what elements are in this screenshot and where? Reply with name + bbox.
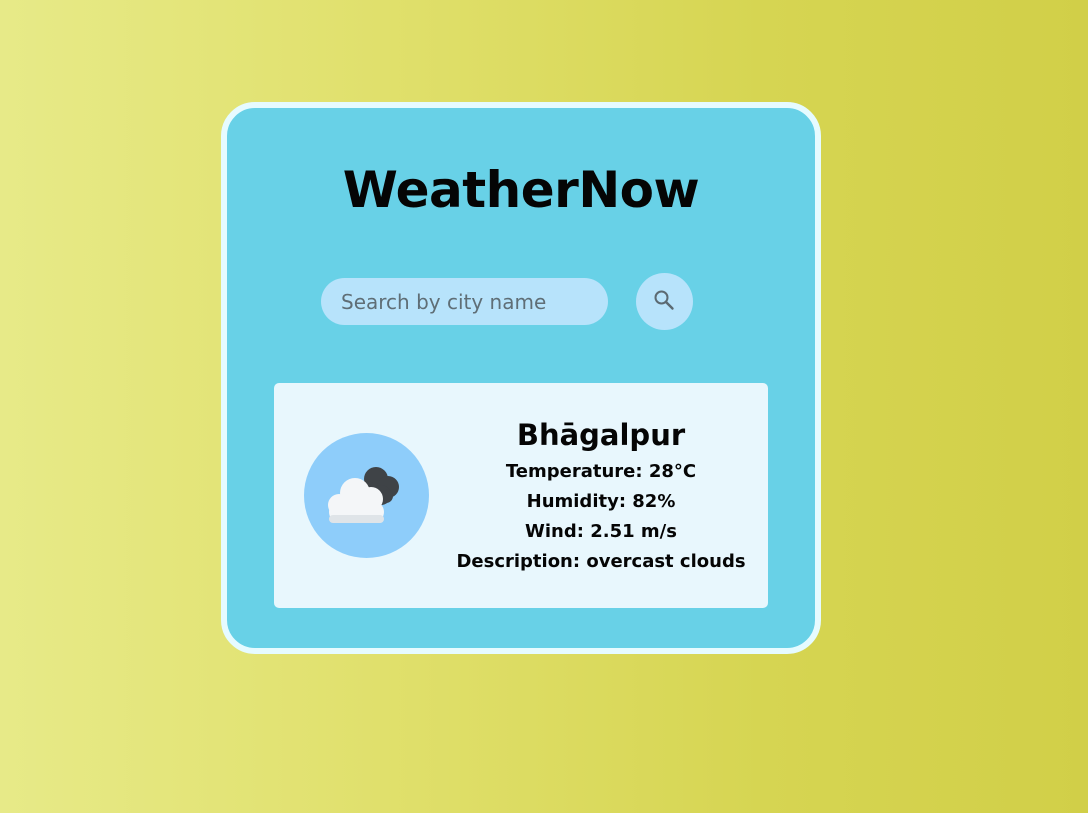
app-title: WeatherNow (342, 161, 700, 219)
city-name: Bhāgalpur (516, 418, 686, 452)
humidity-text: Humidity: 82% (526, 491, 676, 512)
search-icon (654, 290, 674, 310)
weather-info: Bhāgalpur Temperature: 28°C Humidity: 82… (434, 413, 768, 577)
weather-app-card: WeatherNow Search by city name Bhāgalpur… (221, 102, 821, 654)
search-button[interactable] (636, 273, 693, 330)
overcast-clouds-icon (328, 467, 399, 523)
city-search-input[interactable] (321, 278, 608, 325)
description-text: Description: overcast clouds (456, 551, 746, 572)
temperature-text: Temperature: 28°C (505, 461, 697, 482)
weather-result-panel: Bhāgalpur Temperature: 28°C Humidity: 82… (274, 383, 768, 608)
wind-text: Wind: 2.51 m/s (525, 521, 677, 542)
weather-icon-container (304, 433, 429, 558)
